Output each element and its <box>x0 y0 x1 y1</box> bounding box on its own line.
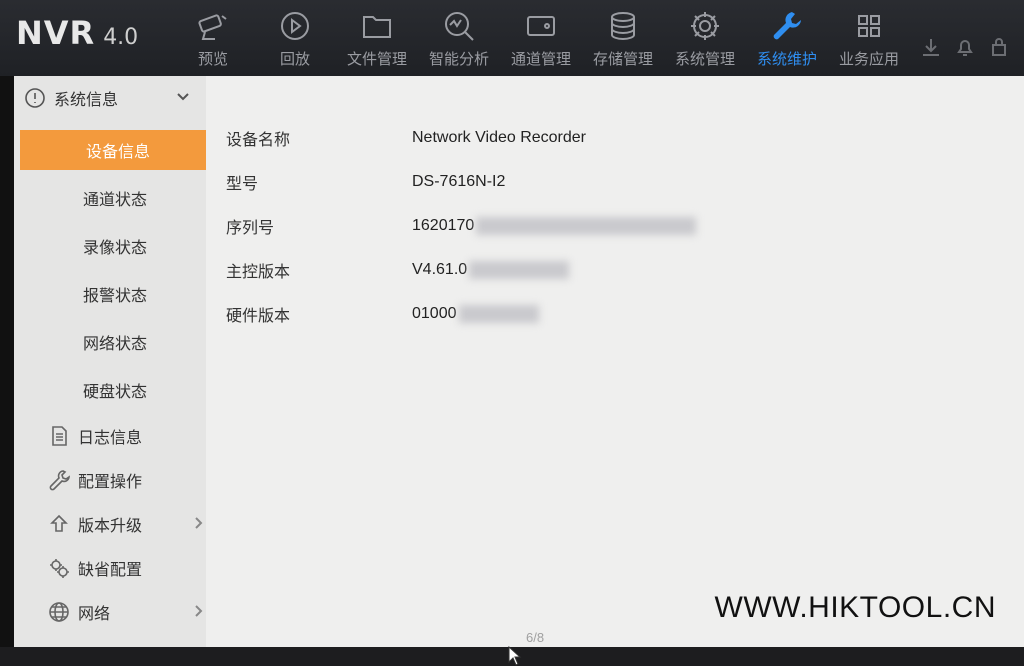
sidebar-item-network-status[interactable]: 网络状态 <box>14 322 206 362</box>
playback-icon <box>281 12 309 40</box>
sidebar-item-default-config[interactable]: 缺省配置 <box>14 548 206 588</box>
screen-bezel <box>0 0 14 647</box>
top-navigation-bar: NVR 4.0 预览 回放 文件管理 智能分析 通道管理 存储管理 系统管理 系… <box>0 0 1024 76</box>
gear-icon <box>691 12 719 40</box>
info-row-serial: 序列号 1620170 <box>226 212 697 240</box>
analytics-icon <box>445 12 474 41</box>
wrench-icon <box>773 11 801 40</box>
channel-icon <box>527 16 555 36</box>
nav-label: 回放 <box>279 50 310 68</box>
nav-system-management[interactable]: 系统管理 <box>664 0 746 76</box>
wrench-icon <box>49 470 70 491</box>
nav-label: 系统维护 <box>756 50 817 68</box>
bell-icon[interactable] <box>954 36 976 58</box>
folder-icon <box>363 16 391 38</box>
storage-icon <box>611 12 635 41</box>
info-value: V4.61.0 <box>412 261 468 278</box>
redaction-blur <box>469 261 570 279</box>
device-info-panel: 设备名称 Network Video Recorder 型号 DS-7616N-… <box>206 76 1024 647</box>
nav-label: 通道管理 <box>510 50 571 68</box>
redaction-blur <box>458 305 539 323</box>
info-row-firmware: 主控版本 V4.61.0 <box>226 256 570 284</box>
sidebar-item-label: 缺省配置 <box>78 560 143 579</box>
nav-channel-management[interactable]: 通道管理 <box>500 0 582 76</box>
sidebar-item-hdd-status[interactable]: 硬盘状态 <box>14 370 206 410</box>
nav-preview[interactable]: 预览 <box>172 0 254 76</box>
nav-business-apps[interactable]: 业务应用 <box>828 0 910 76</box>
lock-icon[interactable] <box>988 36 1010 58</box>
page-indicator: 6/8 <box>526 630 545 645</box>
sidebar-item-alarm-status[interactable]: 报警状态 <box>14 274 206 314</box>
sidebar-item-network[interactable]: 网络 <box>14 592 206 632</box>
sidebar-group-system-info[interactable]: 系统信息 <box>14 76 206 120</box>
nav-system-maintenance[interactable]: 系统维护 <box>746 0 828 76</box>
download-icon[interactable] <box>920 36 942 58</box>
info-icon <box>25 88 45 108</box>
watermark-text: WWW.HIKTOOL.CN <box>714 591 996 624</box>
sidebar-item-label: 配置操作 <box>78 472 143 491</box>
nav-smart-analysis[interactable]: 智能分析 <box>418 0 500 76</box>
info-key: 硬件版本 <box>226 306 291 325</box>
info-row-hardware: 硬件版本 01000 <box>226 300 539 328</box>
default-config-icon <box>50 559 69 578</box>
redaction-blur <box>476 217 697 235</box>
chevron-right-icon <box>195 517 203 529</box>
mouse-cursor-icon <box>508 646 522 666</box>
upgrade-icon <box>50 514 68 532</box>
app-version: 4.0 <box>103 25 139 50</box>
nav-label: 业务应用 <box>838 50 899 68</box>
info-key: 型号 <box>226 174 259 193</box>
info-key: 序列号 <box>226 218 275 237</box>
info-key: 设备名称 <box>226 130 291 149</box>
nav-label: 预览 <box>197 50 228 68</box>
sidebar-group-label: 系统信息 <box>54 90 119 109</box>
nav-label: 文件管理 <box>346 50 407 68</box>
app-name: NVR <box>16 14 96 52</box>
sidebar-item-log-info[interactable]: 日志信息 <box>14 416 206 456</box>
chevron-right-icon <box>195 605 203 617</box>
nav-file-management[interactable]: 文件管理 <box>336 0 418 76</box>
info-value: Network Video Recorder <box>412 129 587 146</box>
info-key: 主控版本 <box>226 262 291 281</box>
sidebar-item-channel-status[interactable]: 通道状态 <box>14 178 206 218</box>
nav-label: 系统管理 <box>674 50 735 68</box>
info-row-model: 型号 DS-7616N-I2 <box>226 168 505 196</box>
main-screen: 系统信息 设备信息 通道状态 录像状态 报警状态 网络状态 硬盘状态 日志信息 … <box>14 76 1024 666</box>
main-nav: 预览 回放 文件管理 智能分析 通道管理 存储管理 系统管理 系统维护 业务应用 <box>172 0 910 76</box>
top-right-tools <box>920 36 1010 58</box>
sidebar-item-config-operation[interactable]: 配置操作 <box>14 460 206 500</box>
chevron-down-icon <box>177 93 189 101</box>
sidebar-item-label: 版本升级 <box>78 516 143 535</box>
sidebar-item-label: 网络 <box>78 604 111 623</box>
info-row-device-name: 设备名称 Network Video Recorder <box>226 124 586 152</box>
app-logo: NVR 4.0 <box>16 14 138 52</box>
info-value: DS-7616N-I2 <box>412 173 506 190</box>
camera-icon <box>198 14 227 40</box>
nav-label: 智能分析 <box>428 50 489 68</box>
nav-storage-management[interactable]: 存储管理 <box>582 0 664 76</box>
sidebar-item-device-info[interactable]: 设备信息 <box>20 130 206 170</box>
info-value: 01000 <box>412 305 457 322</box>
sidebar-item-label: 日志信息 <box>78 428 143 447</box>
sidebar-item-record-status[interactable]: 录像状态 <box>14 226 206 266</box>
sidebar-item-upgrade[interactable]: 版本升级 <box>14 504 206 544</box>
grid-icon <box>858 15 880 37</box>
sidebar: 系统信息 设备信息 通道状态 录像状态 报警状态 网络状态 硬盘状态 日志信息 … <box>14 76 206 647</box>
info-value: 1620170 <box>412 217 475 234</box>
nav-playback[interactable]: 回放 <box>254 0 336 76</box>
document-icon <box>52 426 67 446</box>
globe-icon <box>49 602 69 622</box>
nav-label: 存储管理 <box>592 50 653 68</box>
